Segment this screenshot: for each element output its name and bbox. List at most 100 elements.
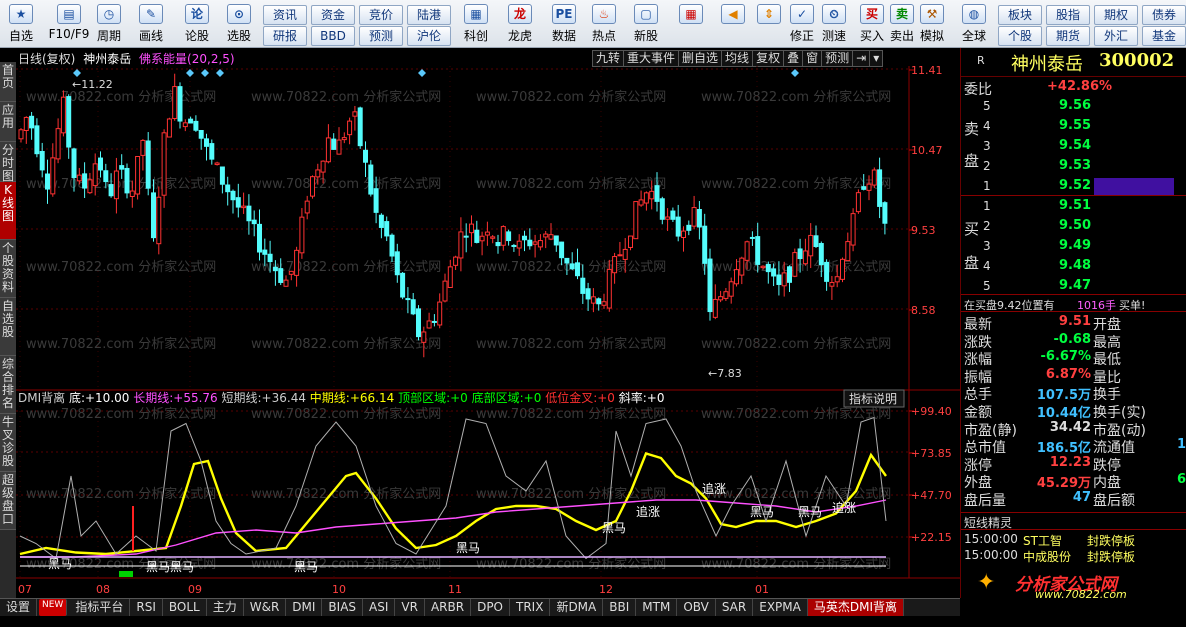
toolbar-item-draw[interactable]: ✎ 画线 bbox=[134, 2, 168, 46]
candle bbox=[447, 259, 453, 289]
toolbar-item-f10[interactable]: ▤ F10/F9 bbox=[44, 2, 94, 46]
toolbar-item-select[interactable]: ⊙ 选股 bbox=[222, 2, 256, 46]
btn-auction[interactable]: 竞价 bbox=[359, 5, 403, 25]
chart-btn-3[interactable]: 均线 bbox=[721, 50, 754, 67]
btn-news[interactable]: 资讯 bbox=[263, 5, 307, 25]
ask-row[interactable]: 4 9.55 bbox=[961, 116, 1186, 136]
indicator-tab[interactable]: 主力 bbox=[207, 599, 244, 616]
btn-research[interactable]: 研报 bbox=[263, 26, 307, 46]
indicator-tab[interactable]: ASI bbox=[363, 599, 396, 616]
toolbar-grid-view[interactable]: ▦ bbox=[676, 2, 706, 46]
indicator-tab[interactable]: SAR bbox=[716, 599, 754, 616]
toolbar-updown[interactable]: ⇕ bbox=[754, 2, 784, 46]
toolbar-item-ipo[interactable]: ▢ 新股 bbox=[628, 2, 664, 46]
btn-bond[interactable]: 债券 bbox=[1142, 5, 1186, 25]
btn-funds[interactable]: 资金 bbox=[311, 5, 355, 25]
btn-futures[interactable]: 期货 bbox=[1046, 26, 1090, 46]
kline-chart[interactable]: www.70822.com 分析家公式网 www.70822.com 分析家公式网… bbox=[16, 66, 960, 598]
btn-index[interactable]: 股指 bbox=[1046, 5, 1090, 25]
event-diamond-icon[interactable] bbox=[418, 69, 426, 77]
indicator-label[interactable]: 佛系能量(20,2,5) bbox=[139, 52, 235, 66]
bid-row[interactable]: 5 9.47 bbox=[961, 276, 1186, 296]
chart-btn-6[interactable]: 窗 bbox=[802, 50, 823, 67]
toolbar-item-discuss[interactable]: 论论股 bbox=[180, 2, 214, 46]
indicator-tab[interactable]: OBV bbox=[677, 599, 716, 616]
btn-london[interactable]: 沪伦 bbox=[407, 26, 451, 46]
leftnav-item-1[interactable]: 应用 bbox=[0, 102, 16, 142]
candle bbox=[34, 118, 40, 158]
chart-btn-2[interactable]: 删自选 bbox=[678, 50, 723, 67]
indicator-tab[interactable]: MTM bbox=[636, 599, 678, 616]
leftnav-item-6[interactable]: 综合排名 bbox=[0, 356, 16, 414]
btn-hk[interactable]: 陆港 bbox=[407, 5, 451, 25]
indicator-tab[interactable]: EXPMA bbox=[753, 599, 808, 616]
ask-row[interactable]: 3 9.54 bbox=[961, 136, 1186, 156]
indicator-tab[interactable]: RSI bbox=[130, 599, 163, 616]
toolbar-item-star-market[interactable]: ▦ 科创 bbox=[458, 2, 494, 46]
indicator-tab[interactable]: BIAS bbox=[322, 599, 364, 616]
short-item[interactable]: 15:00:00 中成股份 封跌停板 bbox=[961, 548, 1186, 564]
leftnav-item-4[interactable]: 个股资料 bbox=[0, 240, 16, 298]
toolbar-item-hot[interactable]: ♨ 热点 bbox=[586, 2, 622, 46]
indicator-tab[interactable]: VR bbox=[395, 599, 425, 616]
leftnav-item-3[interactable]: K线图 bbox=[0, 182, 16, 240]
toolbar-back[interactable]: ◀ bbox=[718, 2, 748, 46]
indicator-tab[interactable]: 设置 bbox=[0, 599, 38, 616]
chart-btn-4[interactable]: 复权 bbox=[752, 50, 785, 67]
btn-forecast[interactable]: 预测 bbox=[359, 26, 403, 46]
leftnav-item-5[interactable]: 自选股 bbox=[0, 298, 16, 356]
short-item[interactable]: 15:00:00 ST工智 封跌停板 bbox=[961, 532, 1186, 548]
toolbar-item-sell[interactable]: 卖卖出 bbox=[886, 2, 918, 46]
chart-btn-1[interactable]: 重大事件 bbox=[623, 50, 680, 67]
event-diamond-icon[interactable] bbox=[201, 69, 209, 77]
indicator-tab[interactable]: DMI bbox=[286, 599, 323, 616]
leftnav-item-2[interactable]: 分时图 bbox=[0, 142, 16, 183]
event-diamond-icon[interactable] bbox=[73, 69, 81, 77]
toolbar-item-data[interactable]: PE 数据 bbox=[546, 2, 582, 46]
toolbar-item-simulate[interactable]: ⚒ 模拟 bbox=[916, 2, 948, 46]
indicator-tab[interactable]: ARBR bbox=[425, 599, 472, 616]
btn-sector[interactable]: 板块 bbox=[998, 5, 1042, 25]
event-diamond-icon[interactable] bbox=[791, 69, 799, 77]
indicator-tab[interactable]: BOLL bbox=[163, 599, 207, 616]
toolbar-item-revise[interactable]: ✓ 修正 bbox=[786, 2, 818, 46]
ask-row[interactable]: 2 9.53 bbox=[961, 156, 1186, 176]
bid-row[interactable]: 4 9.48 bbox=[961, 256, 1186, 276]
indicator-tab[interactable]: W&R bbox=[244, 599, 287, 616]
period-label[interactable]: 日线(复权) bbox=[18, 52, 75, 66]
toolbar-item-speed[interactable]: ⏲ 测速 bbox=[818, 2, 850, 46]
chart-btn-0[interactable]: 九转 bbox=[592, 50, 625, 67]
chart-btn-5[interactable]: 叠 bbox=[783, 50, 804, 67]
toolbar-item-period[interactable]: ◷ 周期 bbox=[92, 2, 126, 46]
ask-row[interactable]: 5 9.56 bbox=[961, 96, 1186, 116]
indicator-tab[interactable]: TRIX bbox=[510, 599, 551, 616]
bid-row[interactable]: 2 9.50 bbox=[961, 216, 1186, 236]
toolbar-item-watchlist[interactable]: ★ 自选 bbox=[4, 2, 38, 46]
leftnav-item-8[interactable]: 超级盘口 bbox=[0, 472, 16, 530]
bid-row[interactable]: 1 9.51 bbox=[961, 196, 1186, 216]
indicator-tab[interactable]: DPO bbox=[471, 599, 510, 616]
ask-row[interactable]: 1 9.52 bbox=[961, 176, 1186, 196]
chevron-down-icon[interactable]: ▾ bbox=[869, 50, 884, 67]
btn-bbd[interactable]: BBD bbox=[311, 26, 355, 46]
indicator-tab[interactable]: 新DMA bbox=[550, 599, 604, 616]
btn-fund[interactable]: 基金 bbox=[1142, 26, 1186, 46]
leftnav-item-0[interactable]: 首页 bbox=[0, 62, 16, 102]
btn-option[interactable]: 期权 bbox=[1094, 5, 1138, 25]
btn-stock[interactable]: 个股 bbox=[998, 26, 1042, 46]
toolbar-item-global[interactable]: ◍ 全球 bbox=[956, 2, 992, 46]
toolbar-item-dragon[interactable]: 龙龙虎 bbox=[502, 2, 538, 46]
candle bbox=[304, 195, 310, 220]
toolbar-item-buy[interactable]: 买买入 bbox=[856, 2, 888, 46]
bid-row[interactable]: 3 9.49 bbox=[961, 236, 1186, 256]
pin-icon[interactable]: ⇥ bbox=[852, 50, 871, 67]
chart-btn-7[interactable]: 预测 bbox=[821, 50, 854, 67]
indicator-tab[interactable]: BBI bbox=[603, 599, 637, 616]
leftnav-item-7[interactable]: 牛叉诊股 bbox=[0, 414, 16, 472]
indicator-tab[interactable]: 指标平台 bbox=[69, 599, 131, 616]
event-diamond-icon[interactable] bbox=[216, 69, 224, 77]
candle bbox=[437, 293, 443, 329]
event-diamond-icon[interactable] bbox=[186, 69, 194, 77]
btn-forex[interactable]: 外汇 bbox=[1094, 26, 1138, 46]
indicator-tab[interactable]: 马英杰DMI背离 bbox=[807, 599, 904, 616]
